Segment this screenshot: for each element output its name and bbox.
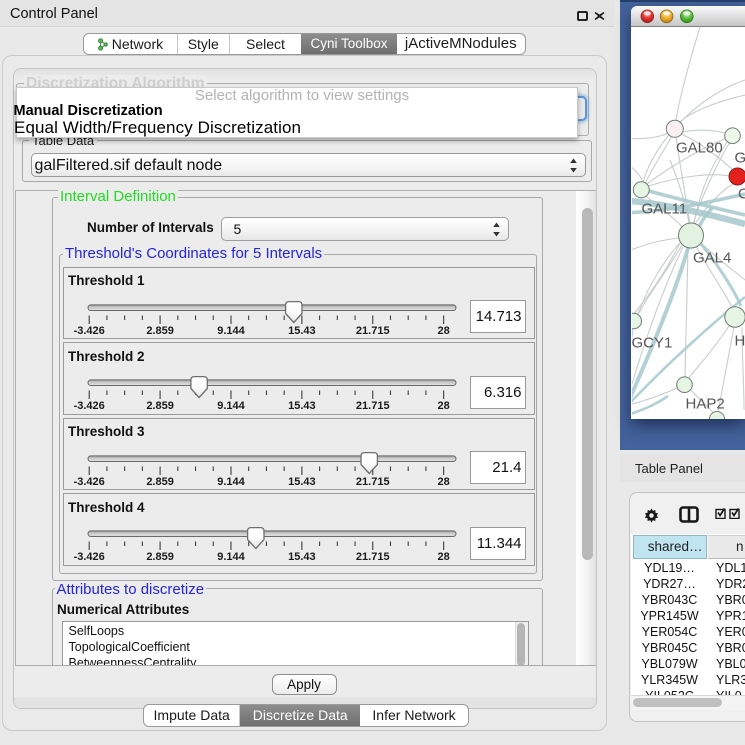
svg-text:2.859: 2.859 [146, 551, 174, 563]
svg-text:15.43: 15.43 [288, 324, 316, 336]
svg-text:HI: HI [735, 333, 745, 350]
svg-text:21.715: 21.715 [356, 324, 390, 336]
svg-text:HAP2: HAP2 [686, 396, 725, 413]
svg-text:GCY1: GCY1 [632, 335, 672, 352]
svg-text:-3.426: -3.426 [74, 475, 105, 487]
svg-text:-3.426: -3.426 [74, 324, 105, 336]
svg-text:21.715: 21.715 [356, 551, 390, 563]
svg-text:2.859: 2.859 [146, 475, 174, 487]
svg-text:9.144: 9.144 [217, 400, 245, 412]
svg-text:28: 28 [438, 551, 450, 563]
svg-text:15.43: 15.43 [288, 551, 316, 563]
svg-text:21.715: 21.715 [356, 400, 390, 412]
svg-text:C: C [738, 186, 745, 203]
svg-text:-3.426: -3.426 [74, 551, 105, 563]
svg-text:28: 28 [438, 475, 450, 487]
svg-text:15.43: 15.43 [288, 400, 316, 412]
svg-text:9.144: 9.144 [217, 324, 245, 336]
svg-text:GAL4: GAL4 [693, 250, 731, 267]
svg-text:GA: GA [735, 150, 745, 167]
svg-text:GAL80: GAL80 [676, 140, 723, 157]
svg-text:9.144: 9.144 [217, 475, 245, 487]
svg-text:28: 28 [438, 324, 450, 336]
svg-text:-3.426: -3.426 [74, 400, 105, 412]
svg-text:2.859: 2.859 [146, 400, 174, 412]
svg-text:28: 28 [438, 400, 450, 412]
svg-text:9.144: 9.144 [217, 551, 245, 563]
svg-text:15.43: 15.43 [288, 475, 316, 487]
svg-text:GAL11: GAL11 [642, 201, 688, 218]
svg-text:21.715: 21.715 [356, 475, 390, 487]
svg-text:2.859: 2.859 [146, 324, 174, 336]
